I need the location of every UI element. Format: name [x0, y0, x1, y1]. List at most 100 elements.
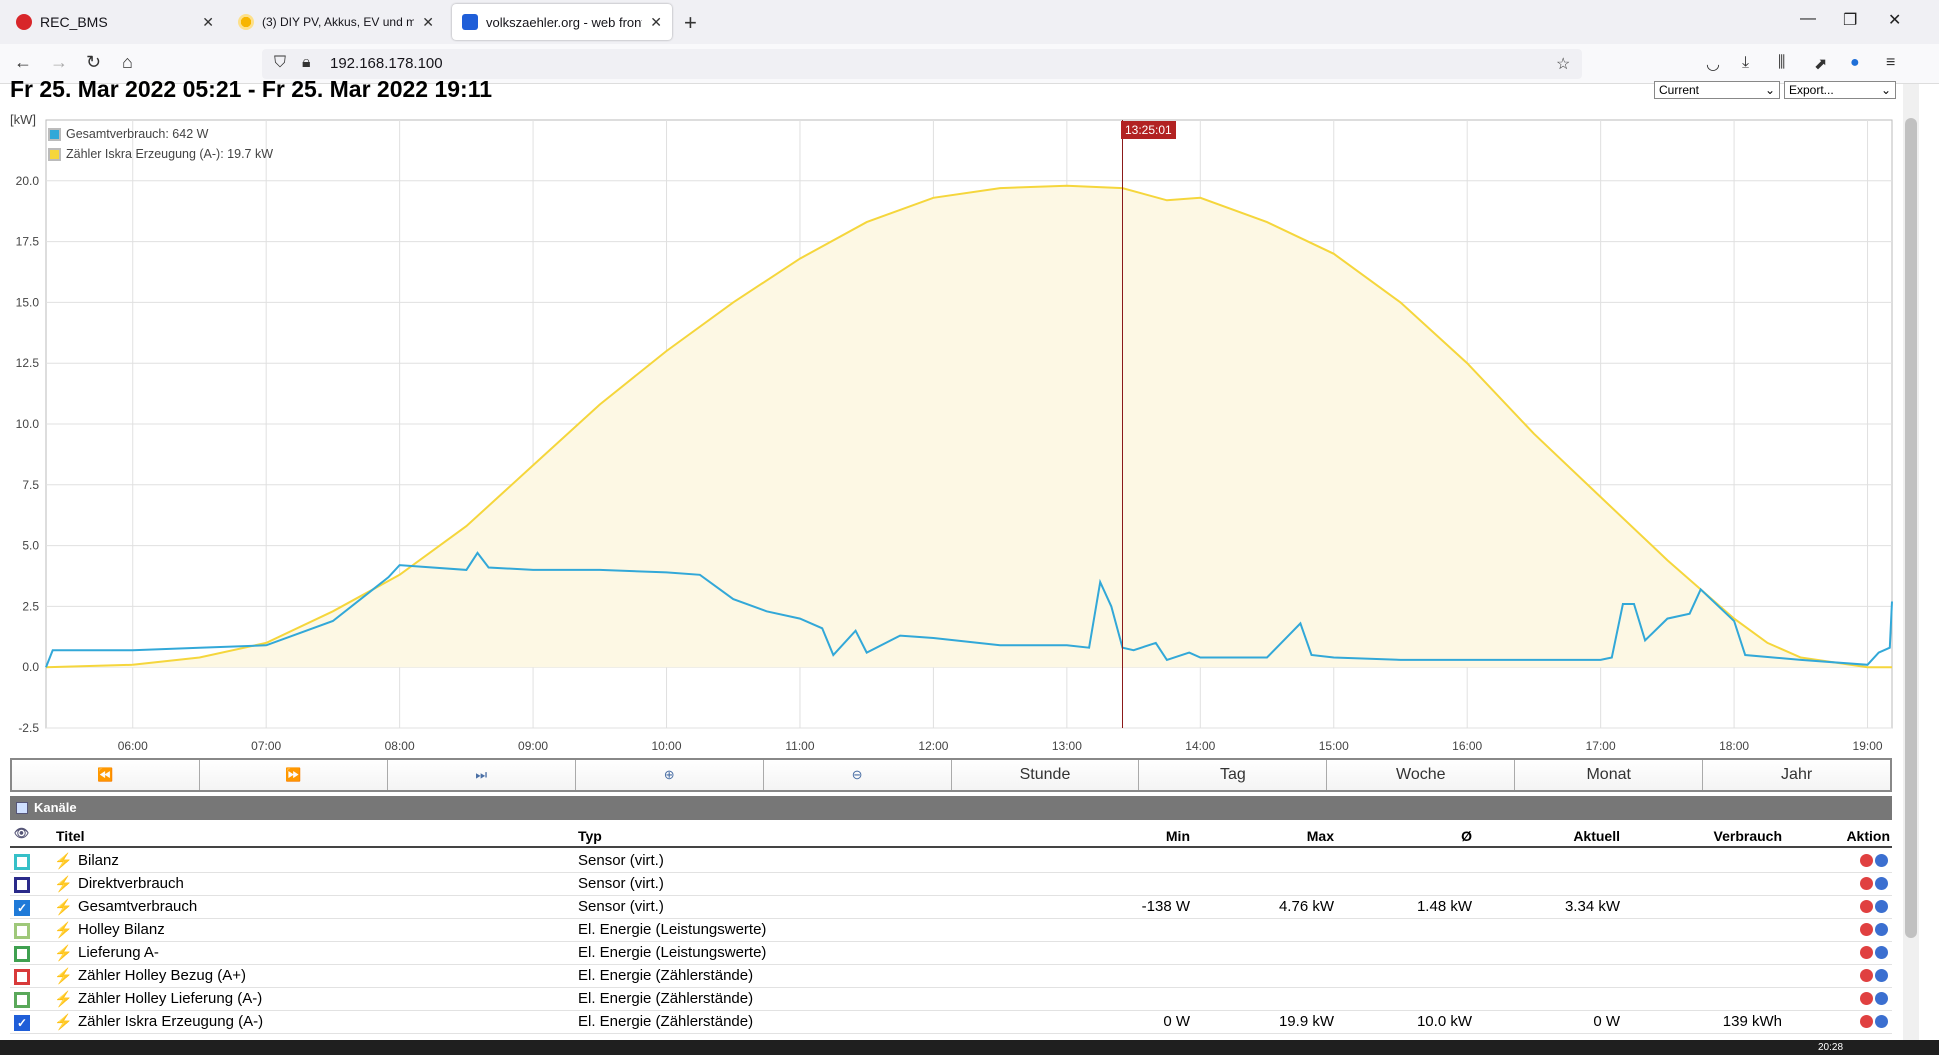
- window-close-icon[interactable]: ✕: [1888, 10, 1901, 30]
- download-icon[interactable]: ⤓: [1742, 54, 1749, 72]
- info-icon[interactable]: [1875, 854, 1888, 867]
- y-tick-label: 20.0: [16, 174, 40, 188]
- delete-icon[interactable]: [1860, 992, 1873, 1005]
- y-tick-label: 2.5: [22, 599, 39, 613]
- col-max: Max: [1306, 828, 1334, 844]
- channels-header[interactable]: Kanäle: [10, 796, 1892, 820]
- channel-title: Holley Bilanz: [78, 921, 165, 938]
- zoom-out-icon: ⊖: [851, 767, 863, 782]
- forward-button[interactable]: ⏩: [199, 760, 388, 790]
- channel-row[interactable]: ⚡ Lieferung A- El. Energie (Leistungswerte…: [10, 942, 1892, 965]
- taskbar: [0, 1040, 1939, 1055]
- channel-type: El. Energie (Leistungswerte): [578, 944, 767, 961]
- day-button[interactable]: Tag: [1139, 760, 1328, 790]
- url-text[interactable]: 192.168.178.100: [330, 55, 443, 72]
- tab-diy-pv[interactable]: (3) DIY PV, Akkus, EV und mehr ✕: [228, 4, 444, 40]
- delete-icon[interactable]: [1860, 900, 1873, 913]
- channel-row[interactable]: ⚡ Bilanz Sensor (virt.): [10, 850, 1892, 873]
- channel-actions: [1860, 969, 1888, 982]
- info-icon[interactable]: [1875, 992, 1888, 1005]
- channel-row[interactable]: ✓ ⚡ Gesamtverbrauch Sensor (virt.) -138 W 4.7…: [10, 896, 1892, 919]
- close-icon[interactable]: ✕: [202, 14, 214, 31]
- channel-checkbox[interactable]: ✓: [14, 1015, 30, 1031]
- x-tick-label: 08:00: [385, 739, 415, 753]
- delete-icon[interactable]: [1860, 854, 1873, 867]
- col-type: Typ: [578, 828, 602, 844]
- channel-checkbox[interactable]: [14, 854, 30, 870]
- reload-icon[interactable]: ↻: [86, 52, 101, 73]
- channel-checkbox[interactable]: [14, 992, 30, 1008]
- sun-icon: [238, 14, 254, 30]
- channel-row[interactable]: ⚡ Direktverbrauch Sensor (virt.): [10, 873, 1892, 896]
- menu-icon[interactable]: ≡: [1886, 54, 1895, 72]
- channel-actions: [1860, 900, 1888, 913]
- channel-checkbox[interactable]: [14, 969, 30, 985]
- chart-legend: Gesamtverbrauch: 642 W Zähler Iskra Erze…: [48, 124, 273, 164]
- zoom-out-button[interactable]: ⊖: [763, 760, 952, 790]
- lightning-icon: ⚡: [54, 922, 73, 939]
- info-icon[interactable]: [1875, 969, 1888, 982]
- delete-icon[interactable]: [1860, 969, 1873, 982]
- pocket-icon[interactable]: ◡: [1706, 54, 1720, 74]
- lightning-icon: ⚡: [54, 876, 73, 893]
- legend-item-consumption[interactable]: Gesamtverbrauch: 642 W: [48, 124, 273, 144]
- x-tick-label: 15:00: [1319, 739, 1349, 753]
- legend-item-generation[interactable]: Zähler Iskra Erzeugung (A-): 19.7 kW: [48, 144, 273, 164]
- info-icon[interactable]: [1875, 1015, 1888, 1028]
- month-button[interactable]: Monat: [1515, 760, 1704, 790]
- channel-title: Zähler Holley Lieferung (A-): [78, 990, 263, 1007]
- x-tick-label: 07:00: [251, 739, 281, 753]
- year-label: Jahr: [1781, 766, 1813, 783]
- legend-label: Gesamtverbrauch: 642 W: [66, 127, 209, 141]
- library-icon[interactable]: ⫼: [1778, 54, 1785, 72]
- address-bar[interactable]: [262, 49, 1582, 79]
- shield-icon[interactable]: ⛉: [274, 54, 286, 72]
- new-tab-button[interactable]: +: [684, 10, 697, 36]
- zoom-in-button[interactable]: ⊕: [575, 760, 764, 790]
- x-tick-label: 18:00: [1719, 739, 1749, 753]
- delete-icon[interactable]: [1860, 877, 1873, 890]
- info-icon[interactable]: [1875, 946, 1888, 959]
- channel-checkbox[interactable]: [14, 923, 30, 939]
- channel-checkbox[interactable]: [14, 946, 30, 962]
- extension-icon[interactable]: ⬈: [1814, 54, 1827, 74]
- restore-icon[interactable]: ❐: [1843, 10, 1857, 30]
- lightning-icon: ⚡: [54, 899, 73, 916]
- minimize-icon[interactable]: —: [1800, 10, 1816, 28]
- forward-icon[interactable]: →: [50, 52, 68, 73]
- info-icon[interactable]: [1875, 923, 1888, 936]
- channel-row[interactable]: ⚡ Zähler Holley Bezug (A+) El. Energie (Zä…: [10, 965, 1892, 988]
- delete-icon[interactable]: [1860, 923, 1873, 936]
- info-icon[interactable]: [1875, 900, 1888, 913]
- close-icon[interactable]: ✕: [650, 14, 662, 31]
- tab-rec-bms[interactable]: REC_BMS ✕: [6, 4, 224, 40]
- rewind-button[interactable]: ⏪: [12, 760, 200, 790]
- lock-icon[interactable]: 🔒︎: [302, 54, 311, 72]
- tab-label: volkszaehler.org - web frontend: [486, 14, 642, 30]
- power-chart[interactable]: -2.5 0.0 2.5 5.0 7.5 10.0 12.5 15.0 17.5 20.0 06:0…: [0, 112, 1900, 758]
- delete-icon[interactable]: [1860, 1015, 1873, 1028]
- star-icon[interactable]: ☆: [1556, 54, 1570, 74]
- back-icon[interactable]: ←: [14, 52, 32, 73]
- x-tick-label: 17:00: [1586, 739, 1616, 753]
- channel-row[interactable]: ✓ ⚡ Zähler Iskra Erzeugung (A-) El. Energie…: [10, 1011, 1892, 1034]
- year-button[interactable]: Jahr: [1703, 760, 1891, 790]
- close-icon[interactable]: ✕: [422, 14, 434, 31]
- channel-row[interactable]: ⚡ Holley Bilanz El. Energie (Leistungswert…: [10, 919, 1892, 942]
- mode-select[interactable]: Current ⌄: [1654, 81, 1780, 99]
- scrollbar-thumb[interactable]: [1905, 118, 1917, 938]
- channel-checkbox[interactable]: [14, 877, 30, 893]
- channel-checkbox[interactable]: ✓: [14, 900, 30, 916]
- tab-volkszaehler[interactable]: volkszaehler.org - web frontend ✕: [452, 4, 672, 40]
- x-tick-label: 19:00: [1853, 739, 1883, 753]
- delete-icon[interactable]: [1860, 946, 1873, 959]
- home-icon[interactable]: ⌂: [122, 52, 133, 73]
- export-select[interactable]: Export... ⌄: [1784, 81, 1896, 99]
- zoom-in-icon: ⊕: [663, 767, 675, 782]
- hour-button[interactable]: Stunde: [951, 760, 1140, 790]
- account-icon[interactable]: ●: [1850, 54, 1860, 72]
- week-button[interactable]: Woche: [1327, 760, 1516, 790]
- info-icon[interactable]: [1875, 877, 1888, 890]
- end-button[interactable]: ⏭: [387, 760, 576, 790]
- channel-row[interactable]: ⚡ Zähler Holley Lieferung (A-) El. Energie…: [10, 988, 1892, 1011]
